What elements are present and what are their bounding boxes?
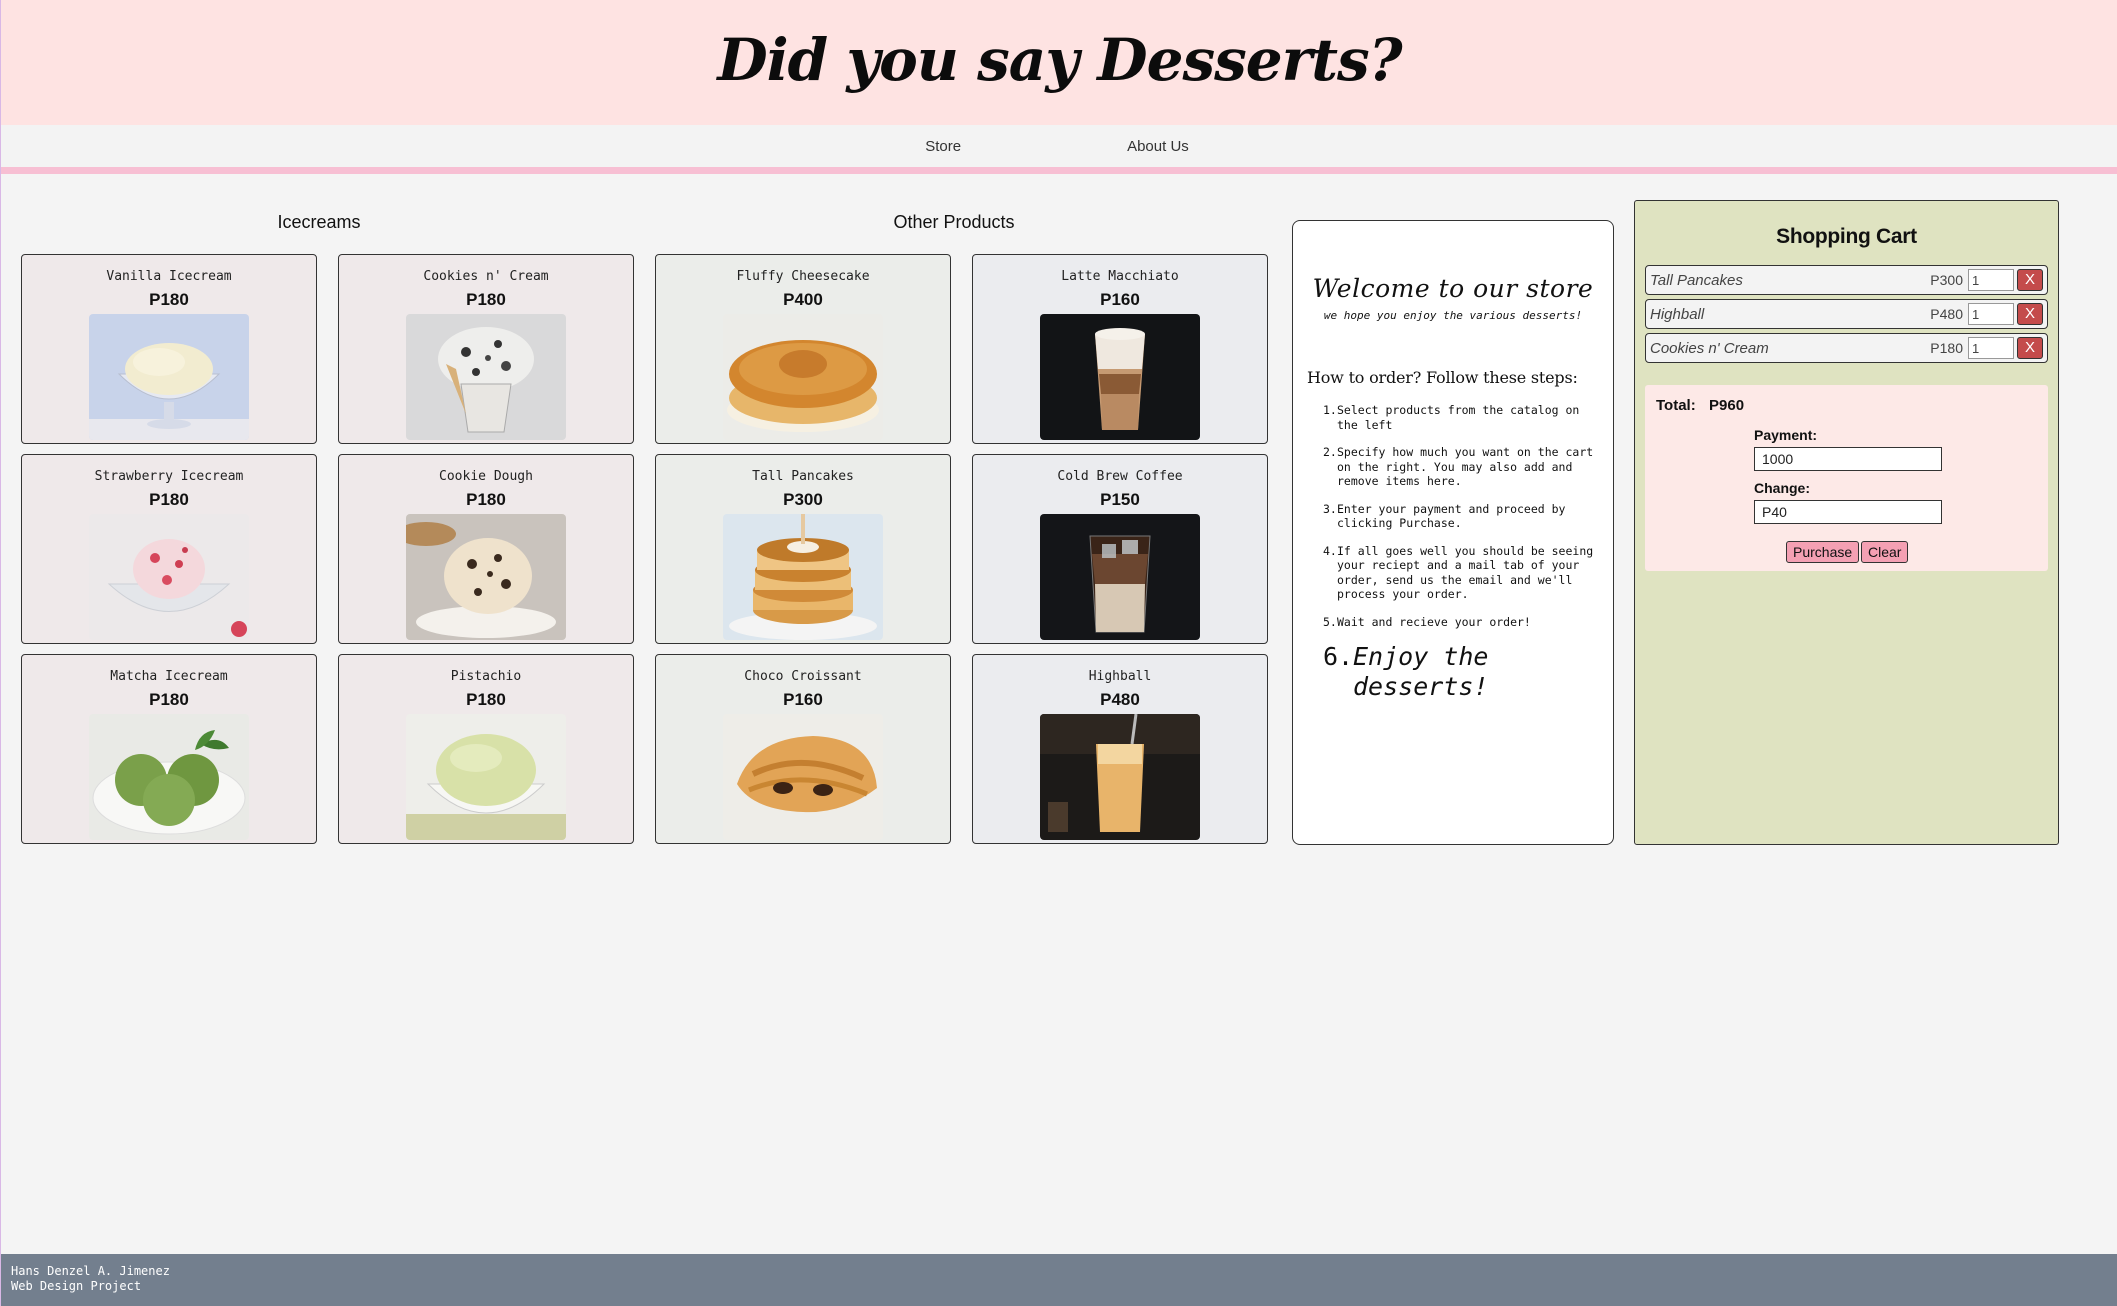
welcome-panel: Welcome to our store we hope you enjoy t… <box>1292 220 1614 845</box>
product-price: P300 <box>783 490 823 509</box>
cart-item-price: P300 <box>1930 272 1963 288</box>
site-title: Did you say Desserts? <box>717 25 1402 94</box>
product-name: Fluffy Cheesecake <box>736 269 870 284</box>
product-card[interactable]: Tall Pancakes P300 <box>655 454 951 644</box>
product-card[interactable]: Cookie Dough P180 <box>338 454 634 644</box>
how-to-order-heading: How to order? Follow these steps: <box>1307 368 1578 387</box>
product-image <box>723 514 883 640</box>
cart-items: Tall Pancakes P300 X Highball P480 X Coo… <box>1635 265 2058 363</box>
product-card[interactable]: Pistachio P180 <box>338 654 634 844</box>
payment-input[interactable] <box>1754 447 1942 471</box>
product-card[interactable]: Vanilla Icecream P180 <box>21 254 317 444</box>
product-price: P160 <box>1100 290 1140 309</box>
cart-item-price: P480 <box>1930 306 1963 322</box>
total-label: Total: <box>1656 397 1696 414</box>
step-item: 4. If all goes well you should be seeing … <box>1323 543 1594 602</box>
product-image <box>1040 514 1200 640</box>
product-card[interactable]: Highball P480 <box>972 654 1268 844</box>
section-title-icecreams: Icecreams <box>277 212 361 232</box>
product-price: P180 <box>466 690 506 709</box>
nav-about-link[interactable]: About Us <box>1127 138 1189 155</box>
step-item: 5. Wait and recieve your order! <box>1323 614 1531 629</box>
product-name: Highball <box>1088 669 1152 684</box>
product-price: P150 <box>1100 490 1140 509</box>
remove-item-button[interactable]: X <box>2017 303 2043 325</box>
purchase-button[interactable]: Purchase <box>1786 541 1860 563</box>
divider <box>1 167 2117 174</box>
order-steps: 1. Select products from the catalog on th… <box>1307 403 1599 702</box>
cart-item-name: Highball <box>1650 305 1705 323</box>
checkout-panel: Total: P960 Payment: Change: Purchase Cl… <box>1645 385 2048 571</box>
step-item: 2. Specify how much you want on the cart … <box>1323 445 1594 488</box>
footer-project: Web Design Project <box>11 1279 142 1293</box>
product-price: P180 <box>149 290 189 309</box>
product-image <box>1040 314 1200 440</box>
nav-bar: Store About Us <box>1 125 2117 167</box>
product-name: Tall Pancakes <box>752 469 854 484</box>
payment-label: Payment: <box>1754 427 1818 443</box>
welcome-title: Welcome to our store <box>1312 274 1594 303</box>
shopping-cart: Shopping Cart Tall Pancakes P300 X Highb… <box>1634 200 2059 845</box>
product-price: P480 <box>1100 690 1140 709</box>
total-value: P960 <box>1709 397 1745 414</box>
remove-item-button[interactable]: X <box>2017 337 2043 359</box>
cart-row: Tall Pancakes P300 X <box>1645 265 2048 295</box>
cart-item-name: Tall Pancakes <box>1650 271 1743 289</box>
product-card[interactable]: Choco Croissant P160 <box>655 654 951 844</box>
product-image <box>406 514 566 640</box>
product-price: P180 <box>149 490 189 509</box>
product-name: Latte Macchiato <box>1061 269 1179 284</box>
cart-quantity-input[interactable] <box>1968 269 2014 291</box>
product-price: P180 <box>466 290 506 309</box>
product-image <box>723 714 883 840</box>
clear-button[interactable]: Clear <box>1861 541 1909 563</box>
product-card[interactable]: Latte Macchiato P160 <box>972 254 1268 444</box>
cart-row: Cookies n' Cream P180 X <box>1645 333 2048 363</box>
step-item: 6. Enjoy the desserts! <box>1323 642 1489 701</box>
cart-item-price: P180 <box>1930 340 1963 356</box>
change-field[interactable] <box>1754 500 1942 524</box>
product-image <box>89 714 249 840</box>
product-name: Strawberry Icecream <box>94 469 244 484</box>
product-price: P180 <box>149 690 189 709</box>
cart-quantity-input[interactable] <box>1968 303 2014 325</box>
product-card[interactable]: Fluffy Cheesecake P400 <box>655 254 951 444</box>
product-name: Vanilla Icecream <box>106 269 232 284</box>
product-card[interactable]: Cookies n' Cream P180 <box>338 254 634 444</box>
product-price: P180 <box>466 490 506 509</box>
product-price: P160 <box>783 690 823 709</box>
change-label: Change: <box>1754 480 1810 496</box>
product-name: Cookies n' Cream <box>423 269 549 284</box>
nav-store-link[interactable]: Store <box>925 138 961 155</box>
cart-row: Highball P480 X <box>1645 299 2048 329</box>
product-image <box>89 314 249 440</box>
welcome-subtitle: we hope you enjoy the various desserts! <box>1323 309 1583 322</box>
cart-item-name: Cookies n' Cream <box>1650 339 1769 357</box>
product-image <box>406 714 566 840</box>
product-image <box>723 314 883 440</box>
footer-author: Hans Denzel A. Jimenez <box>11 1264 170 1278</box>
cart-quantity-input[interactable] <box>1968 337 2014 359</box>
product-name: Cold Brew Coffee <box>1057 469 1183 484</box>
product-image <box>406 314 566 440</box>
step-item: 1. Select products from the catalog on th… <box>1323 403 1580 432</box>
product-name: Choco Croissant <box>744 669 862 684</box>
step-item: 3. Enter your payment and proceed by clic… <box>1323 501 1566 531</box>
section-title-other: Other Products <box>893 212 1015 232</box>
site-footer: Hans Denzel A. Jimenez Web Design Projec… <box>1 1254 2117 1306</box>
product-image <box>89 514 249 640</box>
product-card[interactable]: Strawberry Icecream P180 <box>21 454 317 644</box>
product-name: Pistachio <box>450 669 522 684</box>
product-card[interactable]: Matcha Icecream P180 <box>21 654 317 844</box>
site-header: Did you say Desserts? <box>1 0 2117 125</box>
remove-item-button[interactable]: X <box>2017 269 2043 291</box>
product-price: P400 <box>783 290 823 309</box>
product-card[interactable]: Cold Brew Coffee P150 <box>972 454 1268 644</box>
product-name: Matcha Icecream <box>110 669 228 684</box>
product-name: Cookie Dough <box>439 469 533 484</box>
product-image <box>1040 714 1200 840</box>
cart-title: Shopping Cart <box>1776 225 1917 248</box>
